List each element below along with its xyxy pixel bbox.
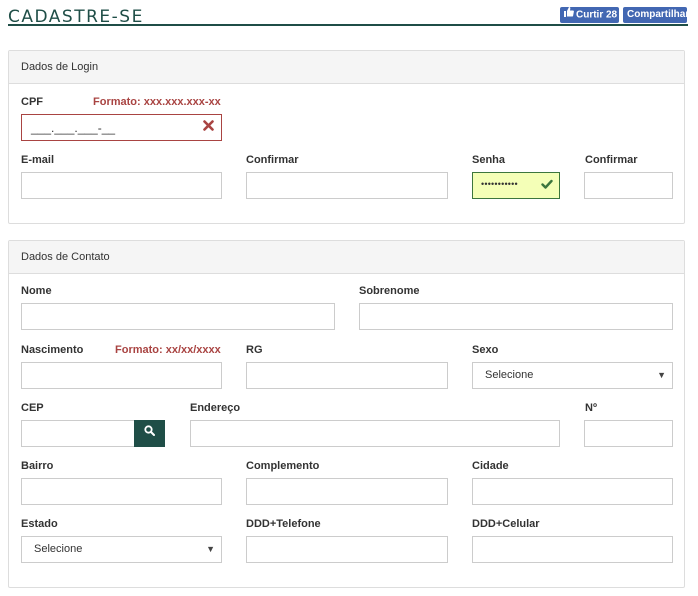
- telefone-input[interactable]: [246, 536, 448, 563]
- nome-input[interactable]: [21, 303, 335, 330]
- cidade-input[interactable]: [472, 478, 673, 505]
- rg-input[interactable]: [246, 362, 448, 389]
- cep-search-button[interactable]: [134, 420, 165, 447]
- sexo-selected-value: Selecione: [485, 369, 534, 381]
- sobrenome-input[interactable]: [359, 303, 673, 330]
- bairro-label: Bairro: [21, 460, 54, 472]
- cpf-input[interactable]: ___.___.___-__: [21, 114, 222, 141]
- nome-label: Nome: [21, 285, 52, 297]
- numero-input[interactable]: [584, 420, 673, 447]
- caret-down-icon: ▼: [206, 544, 215, 554]
- celular-input[interactable]: [472, 536, 673, 563]
- sobrenome-label: Sobrenome: [359, 285, 420, 297]
- nascimento-format-hint: Formato: xx/xx/xxxx: [115, 344, 221, 356]
- cidade-label: Cidade: [472, 460, 509, 472]
- confirm-email-label: Confirmar: [246, 154, 299, 166]
- title-divider: [8, 24, 688, 26]
- email-label: E-mail: [21, 154, 55, 166]
- endereco-input[interactable]: [190, 420, 560, 447]
- senha-input[interactable]: •••••••••••: [472, 172, 560, 199]
- check-icon: [541, 179, 553, 193]
- complemento-input[interactable]: [246, 478, 448, 505]
- confirm-senha-input[interactable]: [584, 172, 673, 199]
- numero-label: Nº: [585, 402, 597, 414]
- confirm-email-input[interactable]: [246, 172, 448, 199]
- times-icon: [203, 120, 214, 134]
- senha-masked-value: •••••••••••: [481, 179, 518, 189]
- cpf-mask-value: ___.___.___-__: [31, 121, 116, 135]
- login-panel-title: Dados de Login: [9, 51, 684, 84]
- cpf-label: CPF: [21, 96, 43, 108]
- search-icon: [144, 419, 155, 446]
- sexo-label: Sexo: [472, 344, 499, 356]
- thumbs-up-icon: [564, 7, 574, 23]
- contact-panel-title: Dados de Contato: [9, 241, 684, 274]
- facebook-like-button[interactable]: Curtir 28: [560, 7, 619, 23]
- nascimento-input[interactable]: [21, 362, 222, 389]
- share-label: Compartilhar: [627, 9, 690, 20]
- bairro-input[interactable]: [21, 478, 222, 505]
- senha-label: Senha: [472, 154, 506, 166]
- caret-down-icon: ▼: [657, 370, 666, 380]
- endereco-label: Endereço: [190, 402, 241, 414]
- cep-input[interactable]: [21, 420, 135, 447]
- cep-label: CEP: [21, 402, 44, 414]
- like-label: Curtir 28: [576, 9, 618, 21]
- celular-label: DDD+Celular: [472, 518, 540, 530]
- telefone-label: DDD+Telefone: [246, 518, 321, 530]
- estado-select[interactable]: Selecione ▼: [21, 536, 222, 563]
- estado-label: Estado: [21, 518, 58, 530]
- facebook-share-button[interactable]: Compartilhar: [623, 7, 690, 23]
- estado-selected-value: Selecione: [34, 543, 83, 555]
- nascimento-label: Nascimento: [21, 344, 84, 356]
- confirm-senha-label: Confirmar: [585, 154, 638, 166]
- complemento-label: Complemento: [246, 460, 320, 472]
- sexo-select[interactable]: Selecione ▼: [472, 362, 673, 389]
- email-input[interactable]: [21, 172, 222, 199]
- rg-label: RG: [246, 344, 263, 356]
- cpf-format-hint: Formato: xxx.xxx.xxx-xx: [93, 96, 221, 108]
